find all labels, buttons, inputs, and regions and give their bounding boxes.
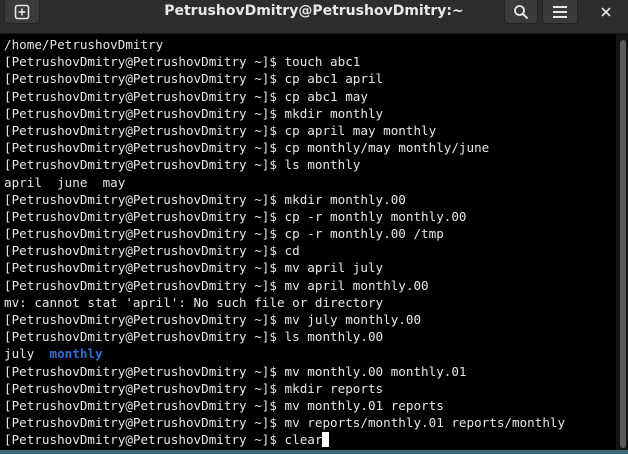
shell-prompt: [PetrushovDmitry@PetrushovDmitry ~]$: [4, 243, 285, 259]
command-line: [PetrushovDmitry@PetrushovDmitry ~]$ cp …: [4, 88, 616, 105]
shell-prompt: [PetrushovDmitry@PetrushovDmitry ~]$: [4, 380, 285, 396]
command-text: mkdir monthly: [284, 105, 384, 121]
command-text: cp abc1 april: [284, 71, 384, 87]
shell-prompt: [PetrushovDmitry@PetrushovDmitry ~]$: [4, 329, 285, 345]
command-text: mv july monthly.00: [284, 312, 422, 327]
new-tab-icon: [14, 4, 30, 19]
command-line: [PetrushovDmitry@PetrushovDmitry ~]$ tou…: [4, 53, 616, 70]
shell-prompt: [PetrushovDmitry@PetrushovDmitry ~]$: [4, 415, 285, 431]
shell-prompt: [PetrushovDmitry@PetrushovDmitry ~]$: [4, 54, 285, 70]
command-text: clear: [284, 432, 323, 448]
command-text: ls monthly: [284, 157, 361, 173]
command-line: [PetrushovDmitry@PetrushovDmitry ~]$ cp …: [4, 139, 616, 156]
new-tab-button[interactable]: [4, 0, 40, 24]
command-text: mv reports/monthly.01 reports/monthly: [284, 415, 566, 431]
command-line: [PetrushovDmitry@PetrushovDmitry ~]$ cle…: [4, 431, 616, 448]
shell-prompt: [PetrushovDmitry@PetrushovDmitry ~]$: [4, 122, 285, 138]
text-cursor[interactable]: [322, 432, 330, 448]
shell-prompt: [PetrushovDmitry@PetrushovDmitry ~]$: [4, 260, 285, 276]
output-text: mv: cannot stat 'april': No such file or…: [4, 294, 384, 310]
command-line: [PetrushovDmitry@PetrushovDmitry ~]$ mkd…: [4, 105, 616, 122]
shell-prompt: [PetrushovDmitry@PetrushovDmitry ~]$: [4, 397, 285, 413]
hamburger-menu-icon: [553, 5, 567, 18]
command-text: cp -r monthly monthly.00: [284, 208, 467, 224]
command-line: [PetrushovDmitry@PetrushovDmitry ~]$ cp …: [4, 208, 616, 225]
shell-prompt: [PetrushovDmitry@PetrushovDmitry ~]$: [4, 226, 285, 242]
command-line: [PetrushovDmitry@PetrushovDmitry ~]$ mv …: [4, 363, 616, 380]
title-bar[interactable]: PetrushovDmitry@PetrushovDmitry:~: [0, 0, 628, 34]
scrollbar[interactable]: [616, 34, 628, 454]
shell-prompt: [PetrushovDmitry@PetrushovDmitry ~]$: [4, 71, 285, 87]
command-text: cd: [284, 243, 300, 259]
shell-prompt: [PetrushovDmitry@PetrushovDmitry ~]$: [4, 88, 285, 104]
window-bottom-edge: [0, 450, 628, 454]
command-line: [PetrushovDmitry@PetrushovDmitry ~]$ mv …: [4, 414, 616, 431]
command-text: mv monthly.00 monthly.01: [284, 363, 467, 379]
shell-prompt: [PetrushovDmitry@PetrushovDmitry ~]$: [4, 312, 285, 327]
command-line: [PetrushovDmitry@PetrushovDmitry ~]$ cp …: [4, 122, 616, 139]
command-line: [PetrushovDmitry@PetrushovDmitry ~]$ mkd…: [4, 380, 616, 397]
shell-prompt: [PetrushovDmitry@PetrushovDmitry ~]$: [4, 105, 285, 121]
shell-prompt: [PetrushovDmitry@PetrushovDmitry ~]$: [4, 432, 285, 448]
command-line: [PetrushovDmitry@PetrushovDmitry ~]$ cd: [4, 242, 616, 259]
command-text: mv monthly.01 reports: [284, 397, 444, 413]
terminal-output[interactable]: /home/PetrushovDmitry [PetrushovDmitry@Pe…: [0, 34, 616, 450]
ls-output-line: july monthly: [4, 345, 616, 362]
command-text: mkdir reports: [284, 380, 384, 396]
command-text: cp -r monthly.00 /tmp: [284, 226, 444, 242]
output-text: /home/PetrushovDmitry: [4, 37, 164, 52]
close-icon: [601, 7, 611, 17]
output-text: april june may: [4, 174, 126, 190]
listing-separator: [34, 346, 49, 361]
shell-prompt: [PetrushovDmitry@PetrushovDmitry ~]$: [4, 363, 285, 379]
command-text: mv april july: [284, 260, 384, 276]
directory-entry: monthly: [49, 346, 103, 362]
command-line: [PetrushovDmitry@PetrushovDmitry ~]$ ls …: [4, 156, 616, 173]
scrollbar-thumb[interactable]: [620, 40, 626, 448]
shell-prompt: [PetrushovDmitry@PetrushovDmitry ~]$: [4, 157, 285, 173]
shell-prompt: [PetrushovDmitry@PetrushovDmitry ~]$: [4, 277, 285, 293]
terminal-window: PetrushovDmitry@PetrushovDmitry:~ /home/…: [0, 0, 628, 454]
command-line: [PetrushovDmitry@PetrushovDmitry ~]$ mv …: [4, 397, 616, 414]
output-line: april june may: [4, 174, 616, 191]
command-text: cp abc1 may: [284, 88, 368, 104]
search-icon: [514, 4, 529, 19]
shell-prompt: [PetrushovDmitry@PetrushovDmitry ~]$: [4, 191, 285, 207]
shell-prompt: [PetrushovDmitry@PetrushovDmitry ~]$: [4, 140, 285, 156]
search-button[interactable]: [504, 0, 538, 24]
shell-prompt: [PetrushovDmitry@PetrushovDmitry ~]$: [4, 208, 285, 224]
close-button[interactable]: [586, 0, 626, 24]
command-text: cp monthly/may monthly/june: [284, 140, 490, 156]
file-entry: july: [4, 346, 35, 362]
command-text: ls monthly.00: [284, 329, 384, 345]
command-line: [PetrushovDmitry@PetrushovDmitry ~]$ ls …: [4, 328, 616, 345]
command-line: [PetrushovDmitry@PetrushovDmitry ~]$ cp …: [4, 70, 616, 87]
command-line: [PetrushovDmitry@PetrushovDmitry ~]$ mkd…: [4, 191, 616, 208]
command-line: [PetrushovDmitry@PetrushovDmitry ~]$ mv …: [4, 277, 616, 294]
command-text: touch abc1: [284, 54, 361, 70]
menu-button[interactable]: [542, 0, 578, 24]
output-line: /home/PetrushovDmitry: [4, 36, 616, 53]
command-text: cp april may monthly: [284, 122, 437, 138]
command-text: mv april monthly.00: [284, 277, 429, 293]
command-line: [PetrushovDmitry@PetrushovDmitry ~]$ mv …: [4, 259, 616, 276]
command-text: mkdir monthly.00: [284, 191, 406, 207]
command-line: [PetrushovDmitry@PetrushovDmitry ~]$ mv …: [4, 311, 616, 328]
command-line: [PetrushovDmitry@PetrushovDmitry ~]$ cp …: [4, 225, 616, 242]
output-line: mv: cannot stat 'april': No such file or…: [4, 294, 616, 311]
